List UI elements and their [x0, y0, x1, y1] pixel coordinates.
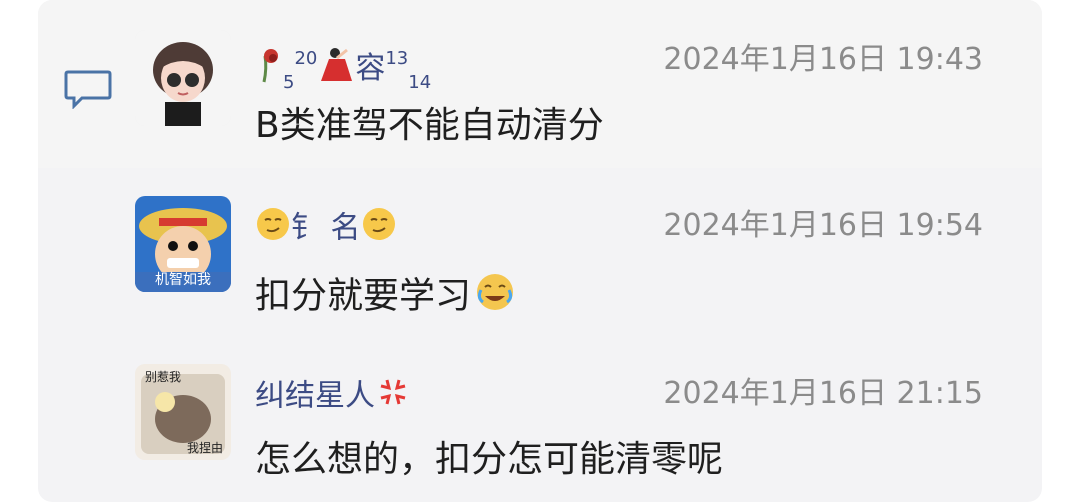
comment-text: B类准驾不能自动清分	[255, 105, 604, 146]
avatar[interactable]: 机智如我	[135, 196, 231, 292]
timestamp: 2024年1月16日 21:15	[663, 376, 983, 411]
username[interactable]: 钅 名	[255, 206, 397, 252]
comment-list-page: 5 20 容13 14 2024年1月16日 19:43 B类准驾不能自动清分 机智…	[0, 0, 1080, 502]
avatar-caption-bottom: 我捏由	[186, 441, 223, 455]
name-fragment: 5	[283, 72, 295, 93]
comment-text-label: 扣分就要学习	[255, 275, 472, 317]
username-label: 钅 名	[291, 210, 361, 246]
name-fragment: 容	[355, 51, 386, 86]
comment-item[interactable]: 5 20 容13 14 2024年1月16日 19:43 B类准驾不能自动清分	[135, 30, 1025, 150]
smirk-emoji-icon	[361, 206, 397, 252]
username[interactable]: 5 20 容13 14	[255, 40, 431, 102]
name-fragment: 14	[408, 72, 432, 93]
avatar-caption: 机智如我	[155, 272, 211, 288]
name-fragment: 13	[385, 48, 409, 69]
timestamp: 2024年1月16日 19:54	[663, 208, 983, 243]
wilted-flower-icon	[255, 46, 283, 94]
comment-item[interactable]: 别惹我 我捏由 纠结星人 2024年1月16日 21:15 怎么想的，扣分怎可能…	[135, 364, 1025, 484]
comment-text: 扣分就要学习	[255, 270, 519, 325]
comment-text: 怎么想的，扣分怎可能清零呢	[255, 439, 724, 480]
avatar[interactable]	[135, 30, 231, 126]
anger-symbol-icon	[375, 374, 411, 420]
timestamp: 2024年1月16日 19:43	[663, 42, 983, 77]
dancer-icon	[317, 46, 355, 94]
speech-bubble-icon[interactable]	[63, 69, 113, 110]
laugh-cry-emoji-icon	[471, 270, 519, 325]
username[interactable]: 纠结星人	[255, 374, 411, 420]
name-fragment: 20	[294, 48, 318, 69]
avatar[interactable]: 别惹我 我捏由	[135, 364, 231, 460]
speech-bubble-icon-svg	[64, 70, 112, 110]
username-label: 纠结星人	[255, 378, 375, 414]
smirk-emoji-icon	[255, 206, 291, 252]
avatar-caption-top: 别惹我	[145, 370, 182, 384]
comment-item[interactable]: 机智如我 钅 名 2024年1月16日 19:54 扣分就要学习	[135, 196, 1025, 317]
